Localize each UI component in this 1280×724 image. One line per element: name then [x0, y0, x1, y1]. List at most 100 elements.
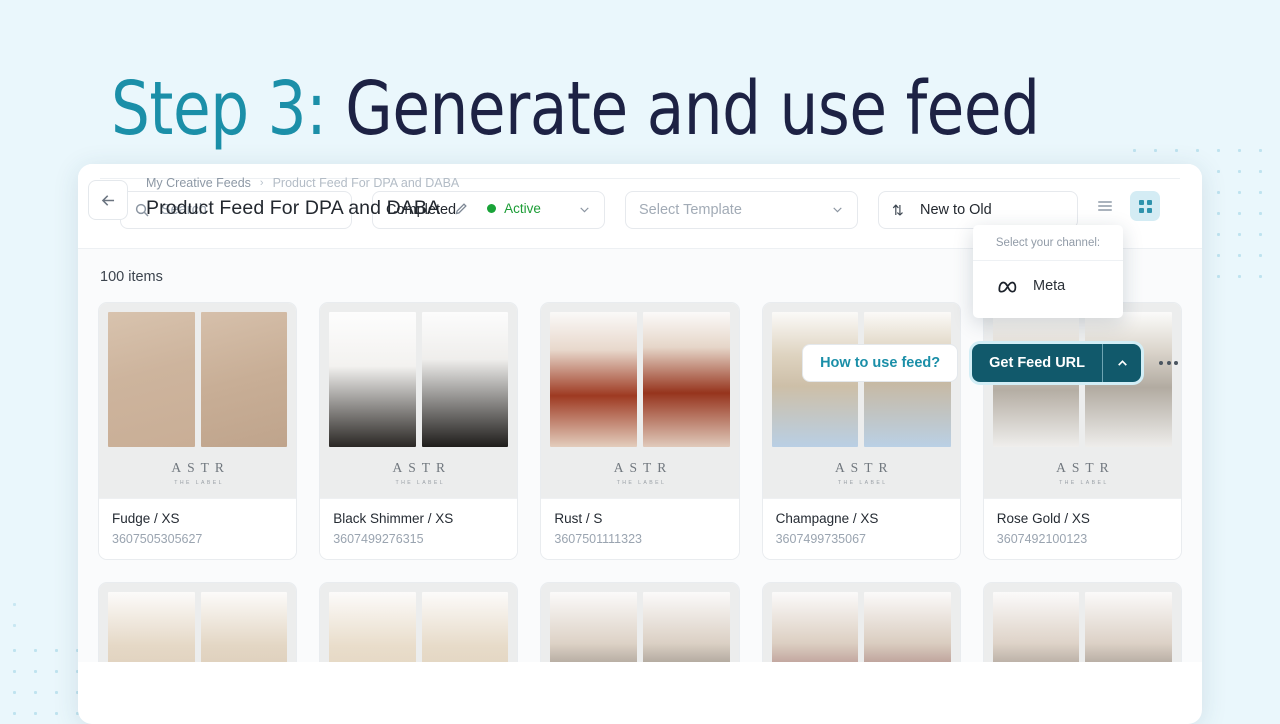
product-media — [983, 583, 1181, 662]
feed-title-row: Product Feed For DPA and DABA Active — [146, 197, 541, 220]
product-image-front — [771, 592, 859, 662]
product-card[interactable] — [319, 582, 519, 662]
product-info: Fudge / XS 3607505305627 — [99, 498, 297, 559]
sort-arrows-icon: ⇅ — [892, 201, 904, 218]
product-brand: ASTR THE LABEL — [772, 447, 951, 498]
product-brand: ASTR THE LABEL — [329, 447, 508, 498]
meta-logo-icon — [998, 281, 1017, 293]
back-button[interactable] — [88, 180, 128, 220]
template-filter-select[interactable]: Select Template — [625, 190, 858, 229]
chevron-up-icon — [1117, 359, 1127, 366]
product-title: Black Shimmer / XS — [333, 511, 454, 526]
channel-menu-item-meta[interactable]: Meta — [973, 261, 1123, 310]
channel-menu-item-label: Meta — [1033, 278, 1066, 294]
brand-name: ASTR — [171, 460, 230, 475]
decor-dots-bottom-left — [0, 636, 86, 720]
brand-name: ASTR — [392, 460, 452, 475]
product-info: Black Shimmer / XS 3607499276315 — [320, 498, 518, 559]
product-image-front — [329, 592, 416, 662]
product-image-back — [1085, 592, 1172, 662]
product-title: Rose Gold / XS — [996, 511, 1090, 526]
product-title: Rust / S — [554, 511, 603, 526]
view-toggle — [1090, 191, 1160, 221]
product-info: Rose Gold / XS 3607492100123 — [983, 498, 1181, 559]
list-view-button[interactable] — [1090, 191, 1120, 221]
product-image-front — [329, 312, 416, 447]
product-info: Champagne / XS 3607499735067 — [762, 498, 960, 559]
product-image-back — [643, 592, 730, 662]
product-image-front — [108, 592, 195, 662]
product-images — [550, 592, 730, 662]
product-images — [329, 312, 509, 447]
product-images — [992, 592, 1172, 662]
product-image-front — [550, 592, 637, 662]
product-card[interactable] — [982, 582, 1182, 662]
product-card[interactable] — [98, 582, 298, 662]
product-images — [108, 312, 288, 447]
product-info: Rust / S 3607501111323 — [541, 498, 739, 559]
arrow-left-icon — [101, 194, 114, 206]
breadcrumb-current: Product Feed For DPA and DABA — [272, 176, 460, 190]
product-card[interactable]: ASTR THE LABEL Rust / S 3607501111323 — [540, 302, 740, 560]
product-media — [99, 583, 297, 662]
product-image-back — [200, 592, 288, 662]
product-sku: 3607505305627 — [112, 532, 203, 546]
status-dot-icon — [487, 204, 497, 213]
get-feed-url-split-button: Get Feed URL — [972, 344, 1141, 382]
product-images — [550, 312, 730, 447]
get-feed-url-button[interactable]: Get Feed URL — [972, 344, 1102, 382]
product-image-back — [421, 312, 509, 447]
get-feed-url-dropdown-toggle[interactable] — [1103, 344, 1141, 382]
status-badge: Active — [487, 201, 541, 216]
product-image-front — [108, 312, 195, 447]
product-brand: ASTR THE LABEL — [993, 447, 1172, 498]
breadcrumb-parent[interactable]: My Creative Feeds — [146, 176, 251, 190]
brand-subtitle: THE LABEL — [395, 480, 446, 486]
product-card[interactable] — [540, 582, 740, 662]
product-sku: 3607492100123 — [996, 532, 1088, 546]
chevron-down-icon — [833, 207, 842, 213]
template-filter-value: Select Template — [639, 201, 742, 218]
product-images — [108, 592, 288, 662]
page-title: Step 3: Generate and use feed — [111, 66, 1040, 152]
product-image-front — [550, 312, 637, 447]
product-grid-row-2 — [98, 582, 1182, 662]
breadcrumb-separator: › — [259, 177, 264, 189]
product-grid: ASTR THE LABEL Fudge / XS 3607505305627 — [98, 302, 1182, 560]
product-image-front — [992, 592, 1080, 662]
product-media: ASTR THE LABEL — [320, 303, 518, 498]
product-media — [320, 583, 518, 662]
feed-title: Product Feed For DPA and DABA — [146, 197, 441, 219]
header-actions: How to use feed? Get Feed URL — [802, 344, 1182, 382]
how-to-use-feed-button[interactable]: How to use feed? — [802, 344, 959, 382]
grid-icon — [1138, 199, 1152, 213]
product-card[interactable]: ASTR THE LABEL Rose Gold / XS 3607492100… — [982, 302, 1182, 560]
brand-name: ASTR — [1056, 460, 1115, 475]
channel-dropdown-menu: Select your channel: Meta — [973, 225, 1123, 318]
product-card[interactable]: ASTR THE LABEL Fudge / XS 3607505305627 — [98, 302, 298, 560]
brand-subtitle: THE LABEL — [1059, 480, 1109, 486]
brand-name: ASTR — [613, 460, 673, 475]
pencil-icon[interactable] — [454, 201, 469, 216]
decor-dots-mid-left — [0, 590, 24, 638]
product-card[interactable]: ASTR THE LABEL Champagne / XS 3607499735… — [761, 302, 961, 560]
product-card[interactable] — [761, 582, 961, 662]
product-media: ASTR THE LABEL — [99, 303, 297, 498]
product-brand: ASTR THE LABEL — [550, 447, 729, 498]
product-brand: ASTR THE LABEL — [108, 447, 287, 498]
product-image-back — [421, 592, 509, 662]
grid-view-button[interactable] — [1130, 191, 1160, 221]
product-media — [762, 583, 960, 662]
sort-select[interactable]: ⇅ New to Old — [878, 190, 1078, 229]
more-options-button[interactable] — [1155, 361, 1182, 365]
channel-menu-heading: Select your channel: — [973, 225, 1123, 261]
product-media — [541, 583, 739, 662]
breadcrumb: My Creative Feeds › Product Feed For DPA… — [146, 176, 459, 190]
list-icon — [1098, 198, 1112, 214]
page-title-accent: Step 3: — [111, 66, 327, 152]
product-card[interactable]: ASTR THE LABEL Black Shimmer / XS 360749… — [319, 302, 519, 560]
product-media: ASTR THE LABEL — [762, 303, 960, 498]
brand-subtitle: THE LABEL — [174, 480, 224, 486]
brand-subtitle: THE LABEL — [837, 480, 888, 486]
sort-value: New to Old — [920, 201, 992, 218]
